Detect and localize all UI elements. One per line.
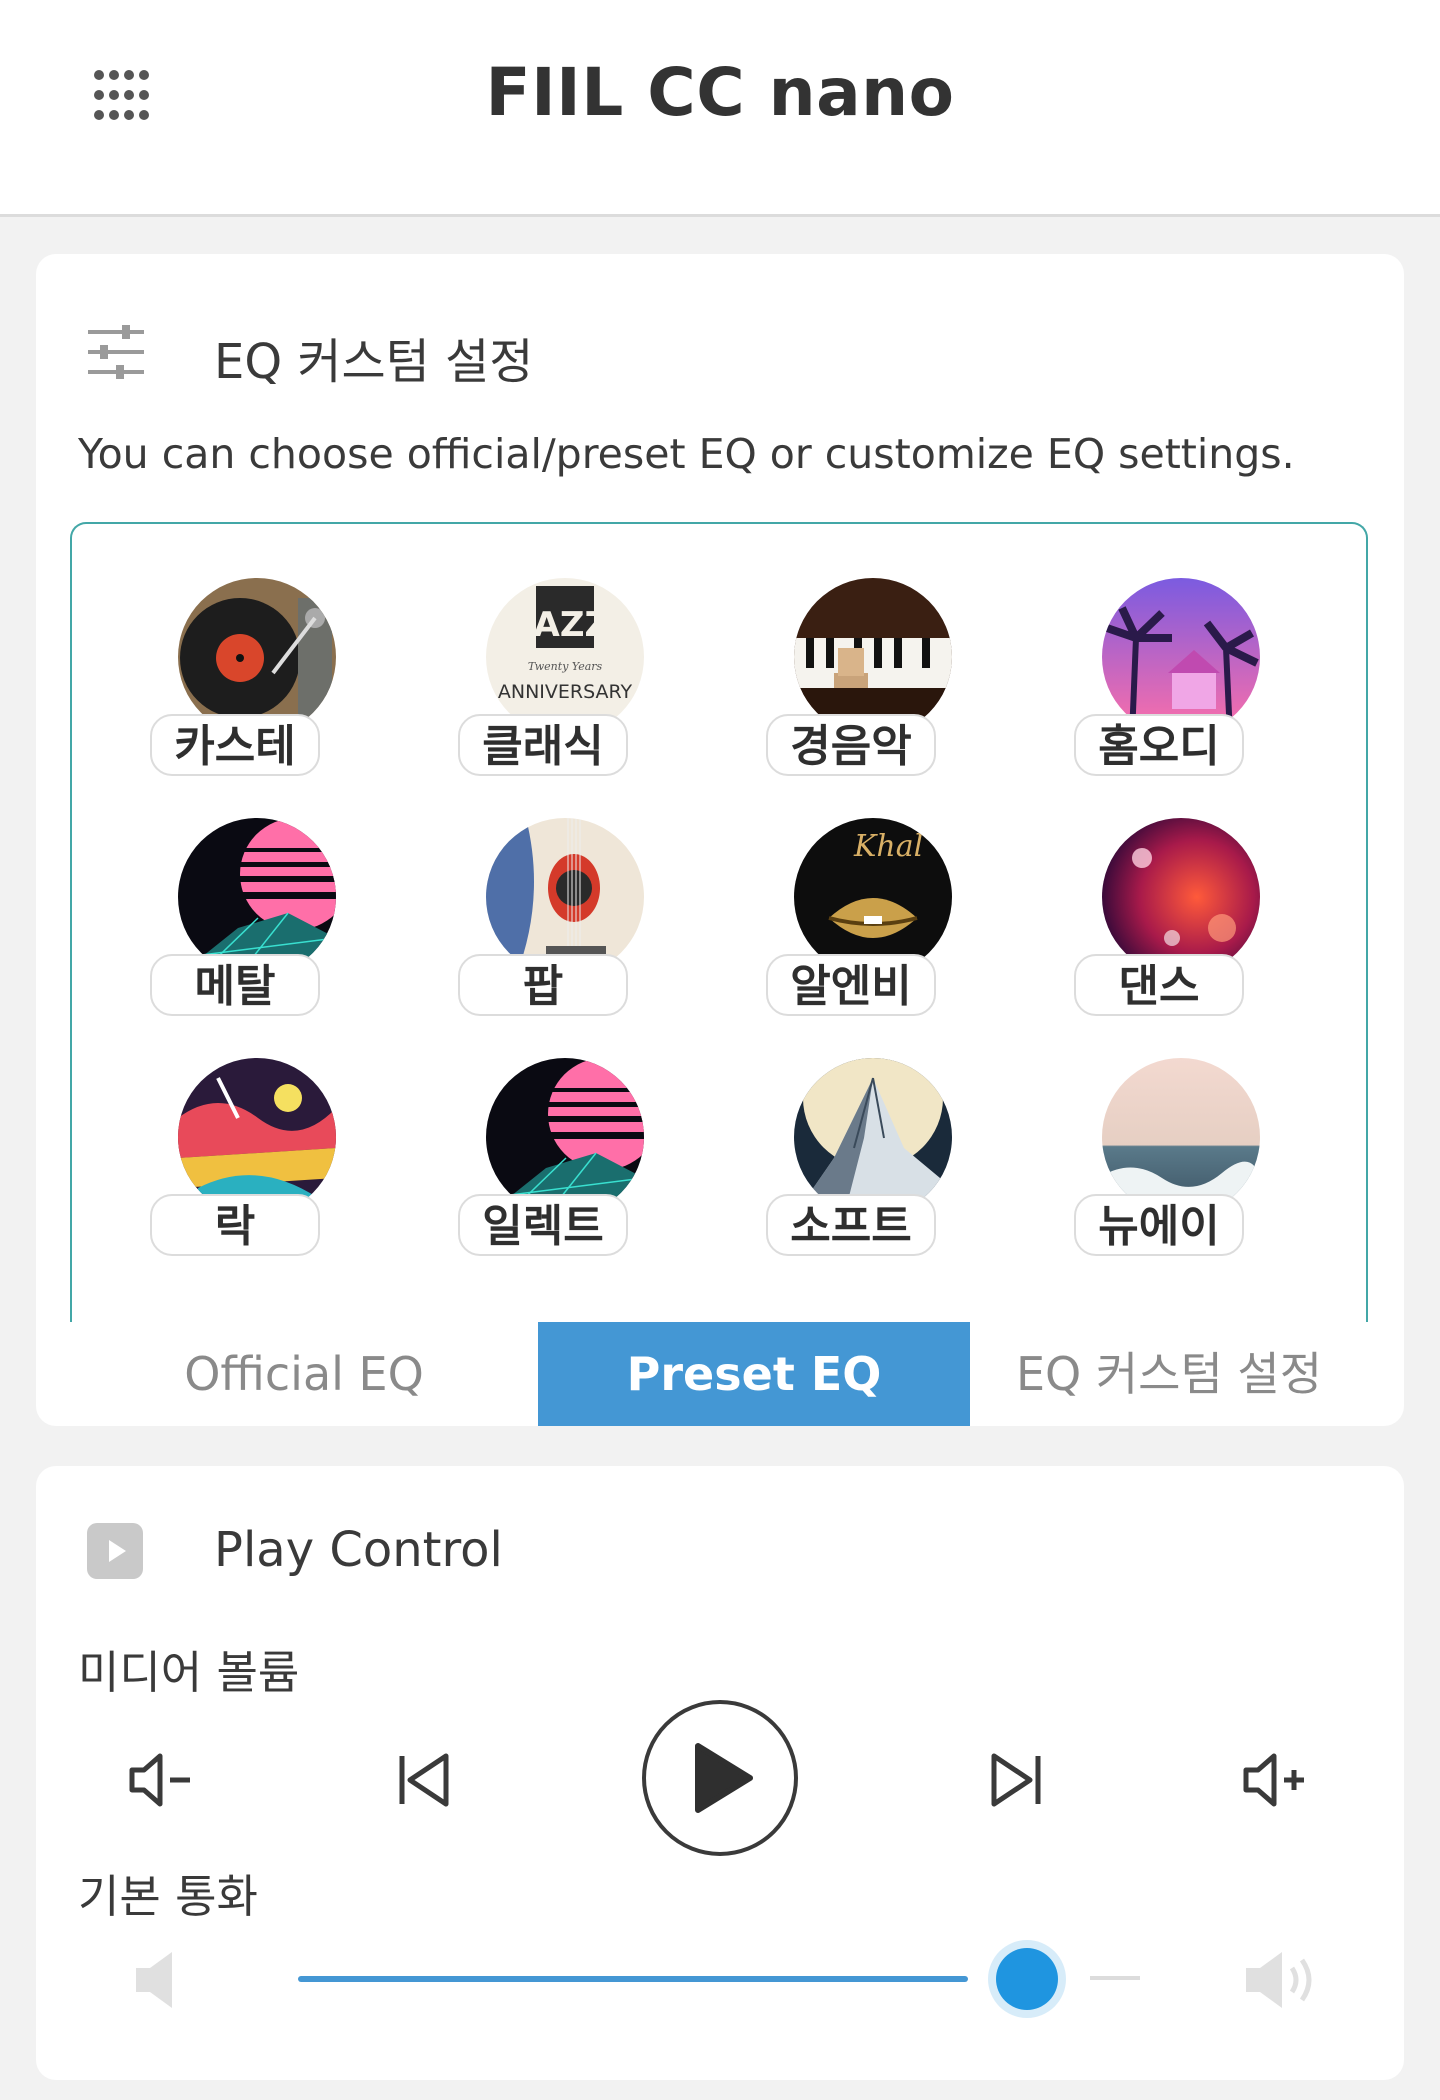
preset-label: 팝 [458,954,628,1016]
preset-label: 홈오디 [1074,714,1244,776]
svg-text:Twenty Years: Twenty Years [528,660,603,673]
ocean-wave-image [1102,1058,1260,1216]
svg-text:Khal: Khal [853,829,923,864]
preset-label: 락 [150,1194,320,1256]
red-lights-image [1102,818,1260,976]
app-header: FIIL CC nano [0,0,1440,217]
preset-label: 소프트 [766,1194,936,1256]
play-button[interactable] [640,1698,800,1862]
retro-sun-image [486,1058,644,1216]
eq-card-title: EQ 커스텀 설정 [214,334,534,390]
preset-item[interactable]: 락 [128,1058,348,1268]
palm-neon-image [1102,578,1260,736]
preset-label: 뉴에이 [1074,1194,1244,1256]
play-card-title: Play Control [214,1522,503,1578]
volume-down-icon[interactable] [128,1750,198,1814]
preset-label: 경음악 [766,714,936,776]
preset-item[interactable]: 소프트 [744,1058,964,1268]
gold-lips-image: Khal [794,818,952,976]
retro-sun-image [178,818,336,976]
preset-label: 알엔비 [766,954,936,1016]
call-volume-track-rest [1090,1976,1140,1980]
sliders-icon [86,322,146,386]
preset-item[interactable]: 팝 [436,818,656,1028]
preset-label: 클래식 [458,714,628,776]
preset-label: 메탈 [150,954,320,1016]
page-title: FIIL CC nano [485,54,955,131]
piano-image [794,578,952,736]
colorful-art-image [178,1058,336,1216]
svg-text:ANNIVERSARY: ANNIVERSARY [498,681,633,703]
tab-official-eq[interactable]: Official EQ [70,1322,538,1426]
preset-label: 카스테 [150,714,320,776]
tab-preset-eq[interactable]: Preset EQ [538,1322,970,1426]
previous-track-icon[interactable] [396,1750,452,1814]
preset-item[interactable]: Khal 알엔비 [744,818,964,1028]
preset-label: 일렉트 [458,1194,628,1256]
call-volume-track[interactable] [298,1976,968,1982]
tab-eq-custom[interactable]: EQ 커스텀 설정 [970,1322,1368,1426]
preset-item[interactable]: 홈오디 [1052,578,1272,788]
turntable-image [178,578,336,736]
play-control-card: Play Control 미디어 볼륨 기본 통화 [36,1466,1404,2080]
next-track-icon[interactable] [988,1750,1044,1814]
call-volume-label: 기본 통화 [78,1870,258,1923]
guitar-image [486,818,644,976]
preset-grid: 카스테 JAZZ Twenty Years ANNIVERSARY 클래식 경음악 … [72,524,1366,1322]
speaker-high-icon [1242,1948,1322,2016]
svg-text:JAZZ: JAZZ [519,605,609,645]
preset-item[interactable]: 메탈 [128,818,348,1028]
eq-settings-card: EQ 커스텀 설정 You can choose official/preset… [36,254,1404,1426]
play-square-icon [86,1522,144,1584]
preset-item[interactable]: 일렉트 [436,1058,656,1268]
preset-panel: 카스테 JAZZ Twenty Years ANNIVERSARY 클래식 경음악 … [70,522,1368,1322]
preset-item[interactable]: 카스테 [128,578,348,788]
call-volume-slider-thumb[interactable] [996,1948,1058,2010]
preset-label: 댄스 [1074,954,1244,1016]
eq-description: You can choose official/preset EQ or cus… [78,430,1295,478]
preset-item[interactable]: 뉴에이 [1052,1058,1272,1268]
media-volume-label: 미디어 볼륨 [78,1646,300,1699]
eq-tabs: Official EQ Preset EQ EQ 커스텀 설정 [70,1322,1368,1426]
preset-item[interactable]: 경음악 [744,578,964,788]
preset-item[interactable]: JAZZ Twenty Years ANNIVERSARY 클래식 [436,578,656,788]
mountain-moon-image [794,1058,952,1216]
speaker-low-icon [132,1948,182,2016]
preset-item[interactable]: 댄스 [1052,818,1272,1028]
jazz-poster-image: JAZZ Twenty Years ANNIVERSARY [486,578,644,736]
volume-up-icon[interactable] [1242,1750,1312,1814]
